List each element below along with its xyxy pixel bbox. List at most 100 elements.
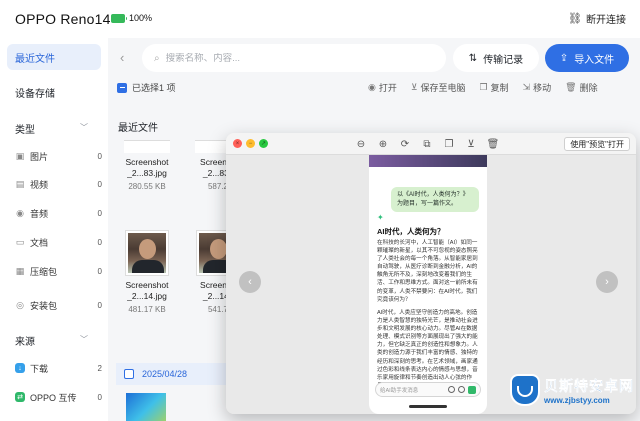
answer-title: AI时代，人类何为？ [377, 227, 445, 236]
chevron-down-icon[interactable]: ﹀ [80, 334, 88, 345]
battery-icon [111, 14, 127, 23]
sidebar-item-count: 0 [97, 208, 102, 218]
file-name: Screenshot _2...14.jpg [125, 280, 169, 301]
file-item[interactable]: Screenshot _2...14.jpg 481.17 KB [117, 230, 177, 314]
device-name: OPPO Reno14 [15, 11, 111, 27]
fullscreen-window-button[interactable]: ↗ [259, 139, 268, 148]
date-group-header[interactable]: 2025/04/28 [116, 363, 226, 385]
transfer-record-button[interactable]: ⇅ 传输记录 [453, 44, 539, 72]
package-icon: ◎ [16, 299, 24, 310]
back-arrow-icon[interactable]: ‹ [120, 50, 124, 65]
date-group-checkbox[interactable] [124, 369, 134, 379]
selection-status: 已选择1 项 [117, 81, 176, 94]
action-bar: ◉ 打开 ⊻ 保存至电脑 ❐ 复制 ⇲ 移动 🗑 删除 [368, 81, 598, 94]
zoom-in-icon[interactable]: ⊕ [376, 137, 390, 151]
sidebar-item-label: 压缩包 [30, 266, 58, 277]
zoom-out-icon[interactable]: ⊖ [354, 137, 368, 151]
open-in-preview-button[interactable]: 使用"预览"打开 [564, 137, 630, 151]
rotate-icon[interactable]: ⟳ [398, 137, 412, 151]
action-label: 保存至电脑 [420, 83, 466, 93]
action-label: 删除 [579, 83, 598, 93]
add-icon [448, 386, 455, 393]
sidebar-item-label: 图片 [30, 151, 49, 162]
sidebar-item-images[interactable]: ▣ 图片 0 [15, 148, 102, 164]
sidebar-item-label: 视频 [30, 179, 49, 190]
sidebar-item-archives[interactable]: ▦ 压缩包 0 [15, 263, 102, 279]
answer-paragraph: AI时代，人类应坚守创造力的高地。创造力是人类智慧的独特光芒，是推动社会进步和文… [377, 310, 478, 389]
oppo-share-icon: ⇄ [15, 392, 25, 402]
sidebar-section-type[interactable]: 类型 [15, 121, 35, 136]
download-icon[interactable]: ⊻ [464, 137, 478, 151]
copy-button[interactable]: ❐ 复制 [479, 81, 508, 94]
file-item[interactable]: Screenshot _2...83.jpg 280.55 KB [117, 140, 177, 191]
minimize-window-button[interactable]: − [246, 139, 255, 148]
search-input[interactable] [165, 52, 416, 64]
file-name: Screenshot _2...83.jpg [125, 157, 169, 178]
file-size: 481.17 KB [128, 305, 166, 314]
sidebar-item-count: 0 [97, 392, 102, 402]
date-group-label: 2025/04/28 [142, 369, 188, 379]
sidebar-section-source[interactable]: 来源 [15, 333, 35, 348]
image-icon: ▣ [15, 150, 25, 161]
preview-titlebar: × − ↗ ⊖ ⊕ ⟳ ⧉ ❐ ⊻ 🗑 使用"预览"打开 [226, 133, 636, 155]
sidebar-item-downloads[interactable]: ↓ 下载 2 [15, 360, 102, 376]
sidebar-item-documents[interactable]: ▭ 文档 0 [15, 234, 102, 250]
file-thumbnail [125, 230, 169, 276]
sidebar-item-label: 下载 [30, 363, 49, 374]
open-button[interactable]: ◉ 打开 [368, 81, 397, 94]
delete-button[interactable]: 🗑 删除 [565, 81, 597, 94]
home-indicator [409, 405, 447, 408]
disconnect-button[interactable]: ⛓ 断开连接 [568, 11, 626, 26]
sidebar-item-oppo-share[interactable]: ⇄ OPPO 互传 0 [15, 389, 102, 405]
sidebar-item-videos[interactable]: ▤ 视频 0 [15, 176, 102, 192]
transfer-record-label: 传输记录 [483, 54, 524, 66]
sidebar-item-packages[interactable]: ◎ 安装包 0 [15, 297, 102, 313]
sidebar-item-count: 0 [97, 300, 102, 310]
sidebar-item-count: 0 [97, 151, 102, 161]
move-icon: ⇲ [522, 82, 531, 92]
mic-icon [458, 386, 465, 393]
sidebar-item-count: 0 [97, 237, 102, 247]
preview-toolbar: ⊖ ⊕ ⟳ ⧉ ❐ ⊻ 🗑 [354, 137, 500, 151]
file-thumbnail[interactable] [126, 393, 166, 421]
import-file-label: 导入文件 [574, 54, 615, 66]
file-thumbnail [124, 140, 170, 153]
sidebar-item-label: 音频 [30, 208, 49, 219]
disconnect-icon: ⛓ [568, 13, 582, 25]
sparkle-icon: ✦ [377, 213, 384, 222]
sidebar-item-count: 2 [97, 363, 102, 373]
previous-arrow-button[interactable]: ‹ [239, 271, 261, 293]
sidebar-item-count: 0 [97, 266, 102, 276]
sidebar-item-count: 0 [97, 179, 102, 189]
phone-status-bar [369, 155, 487, 167]
answer-paragraph: 在科技的长河中，人工智能（AI）如同一颗璀璨的新星，以其不可忽视的姿态照亮了人类… [377, 240, 478, 303]
trash-icon[interactable]: 🗑 [486, 137, 500, 151]
import-file-button[interactable]: ⇪ 导入文件 [545, 44, 629, 72]
archive-icon: ▦ [15, 265, 25, 276]
move-button[interactable]: ⇲ 移动 [523, 81, 552, 94]
watermark-brand: 贝斯特安卓网 [544, 378, 634, 395]
sidebar-item-device-storage[interactable]: 设备存储 [7, 79, 101, 105]
video-icon: ▤ [15, 178, 25, 189]
sidebar-item-audio[interactable]: ◉ 音频 0 [15, 205, 102, 221]
close-window-button[interactable]: × [233, 139, 242, 148]
duplicate-icon[interactable]: ❐ [442, 137, 456, 151]
file-size: 280.55 KB [128, 182, 166, 191]
search-box[interactable]: ⌕ [142, 44, 446, 72]
phone-message-input: 给AI助手发消息 [375, 382, 481, 397]
sidebar-item-recent-files[interactable]: 最近文件 [7, 44, 101, 70]
sidebar-item-label: 文档 [30, 237, 49, 248]
shield-logo-icon [510, 374, 540, 406]
crop-icon[interactable]: ⧉ [420, 137, 434, 151]
watermark-url: www.zjbstyy.com [544, 395, 610, 405]
section-title-recent: 最近文件 [118, 123, 158, 134]
chevron-down-icon[interactable]: ﹀ [80, 122, 88, 133]
action-label: 复制 [490, 83, 509, 93]
user-question-bubble: 以《AI时代，人类何为？》为题目，写一篇作文。 [391, 187, 479, 212]
search-icon: ⌕ [154, 52, 160, 64]
sidebar: 最近文件 设备存储 类型 ﹀ ▣ 图片 0 ▤ 视频 0 ◉ 音频 0 ▭ 文档… [0, 38, 108, 421]
save-to-pc-button[interactable]: ⊻ 保存至电脑 [411, 81, 466, 94]
select-all-checkbox[interactable] [117, 82, 127, 93]
download-icon: ⊻ [410, 82, 418, 92]
next-arrow-button[interactable]: › [596, 271, 618, 293]
